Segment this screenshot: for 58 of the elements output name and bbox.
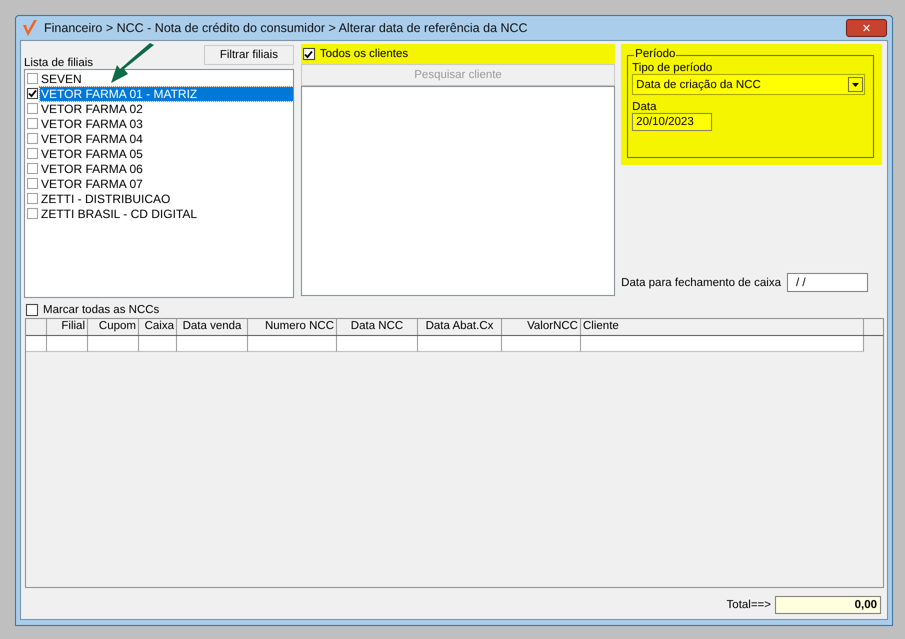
- branch-list-label: Lista de filiais: [24, 57, 94, 69]
- checkbox[interactable]: [27, 163, 38, 174]
- checkbox[interactable]: [27, 103, 38, 114]
- branch-item[interactable]: ZETTI BRASIL - CD DIGITAL: [40, 206, 293, 220]
- checkbox[interactable]: [26, 304, 38, 316]
- checkbox[interactable]: [27, 133, 38, 144]
- column-header[interactable]: Data NCC: [337, 319, 418, 335]
- date-field[interactable]: 20/10/2023: [632, 113, 712, 131]
- column-header[interactable]: Data venda: [177, 319, 248, 335]
- checkbox[interactable]: [27, 148, 38, 159]
- column-header[interactable]: Caixa: [139, 319, 177, 335]
- check-logo-icon: [22, 19, 38, 37]
- column-header[interactable]: ValorNCC: [502, 319, 581, 335]
- table-cell[interactable]: [47, 336, 88, 352]
- checkbox[interactable]: [27, 118, 38, 129]
- window-title: Financeiro > NCC - Nota de crédito do consumidor > Alterar data de referência da NCC: [44, 21, 528, 35]
- checkbox[interactable]: [302, 48, 315, 60]
- column-header[interactable]: Data Abat.Cx: [418, 319, 502, 335]
- total-label: Total==>: [726, 599, 771, 611]
- branch-item[interactable]: VETOR FARMA 04: [40, 132, 293, 146]
- group-title: Período: [634, 48, 676, 60]
- checkbox-label: Marcar todas as NCCs: [43, 304, 160, 316]
- checkbox[interactable]: [27, 73, 38, 84]
- branch-item[interactable]: VETOR FARMA 01 - MATRIZ: [40, 86, 293, 100]
- table-cell[interactable]: [337, 336, 418, 352]
- table-cell[interactable]: [581, 336, 864, 352]
- column-header[interactable]: Cliente: [581, 319, 864, 335]
- pointer-arrow: [108, 43, 156, 85]
- branch-item[interactable]: VETOR FARMA 05: [40, 146, 293, 160]
- branch-item[interactable]: VETOR FARMA 06: [40, 162, 293, 176]
- branch-item[interactable]: SEVEN: [40, 72, 293, 86]
- checkbox[interactable]: [27, 88, 38, 99]
- checkbox-label: Todos os clientes: [320, 48, 408, 60]
- branch-item[interactable]: VETOR FARMA 02: [40, 102, 293, 116]
- checkbox[interactable]: [27, 178, 38, 189]
- column-header[interactable]: Cupom: [88, 319, 139, 335]
- table-cell[interactable]: [418, 336, 502, 352]
- period-type-dropdown[interactable]: Data de criação da NCC: [632, 74, 865, 95]
- table-cell[interactable]: [177, 336, 248, 352]
- cash-close-date-field[interactable]: / /: [787, 273, 868, 292]
- table-cell[interactable]: [139, 336, 177, 352]
- checkbox[interactable]: [27, 208, 38, 219]
- cash-close-date-label: Data para fechamento de caixa: [621, 276, 781, 288]
- branch-item[interactable]: VETOR FARMA 07: [40, 176, 293, 190]
- checkbox[interactable]: [27, 193, 38, 204]
- branch-item[interactable]: VETOR FARMA 03: [40, 116, 293, 130]
- table-cell[interactable]: [248, 336, 337, 352]
- date-label: Data: [632, 101, 658, 113]
- table-cell[interactable]: [502, 336, 581, 352]
- period-type-label: Tipo de período: [632, 62, 714, 74]
- table-cell[interactable]: [88, 336, 139, 352]
- column-header[interactable]: Numero NCC: [248, 319, 337, 335]
- row-indicator: [26, 336, 47, 352]
- column-header[interactable]: Filial: [47, 319, 88, 335]
- branch-item[interactable]: ZETTI - DISTRIBUICAO: [40, 192, 293, 206]
- filter-button[interactable]: Filtrar filiais: [204, 45, 294, 65]
- close-button[interactable]: ✕: [846, 19, 887, 37]
- total-value: 0,00: [775, 596, 881, 614]
